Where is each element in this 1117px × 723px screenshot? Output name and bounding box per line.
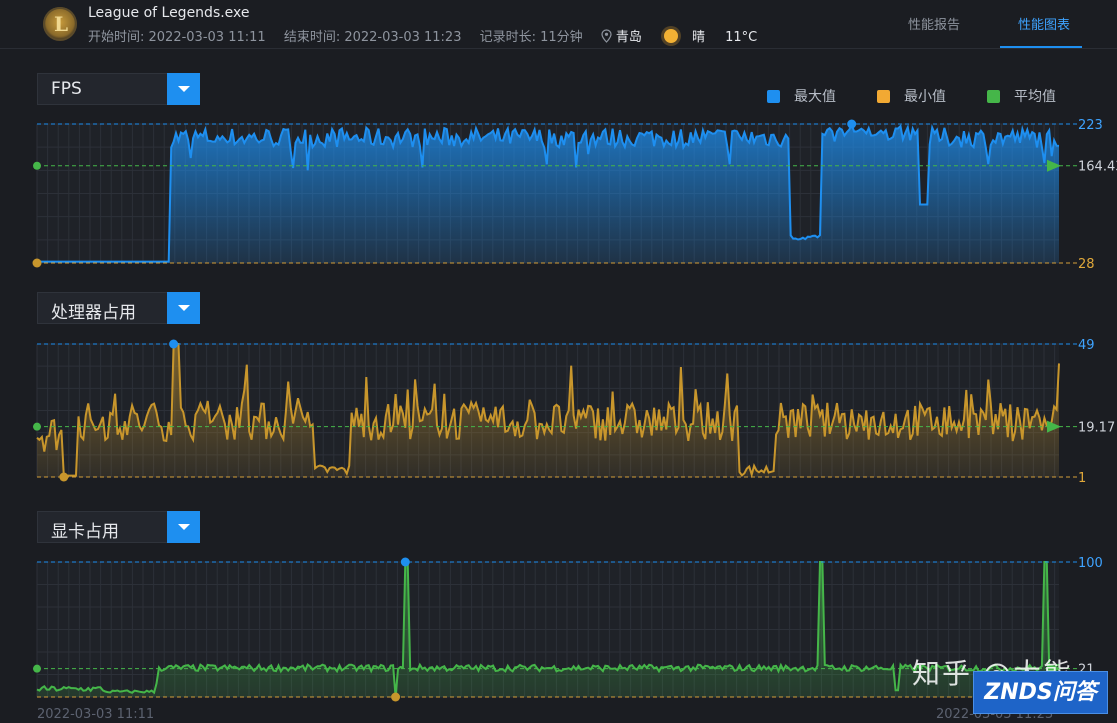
max-marker (400, 557, 410, 567)
min-value-label: 28 (1078, 257, 1095, 272)
max-marker (169, 339, 179, 349)
avg-marker (33, 161, 41, 170)
min-marker (59, 472, 69, 482)
znds-logo: ZNDS问答 (973, 671, 1108, 714)
max-value-label: 100 (1078, 556, 1103, 571)
x-tick-start: 2022-03-03 11:11 (37, 707, 155, 722)
avg-value-label: 19.17 (1078, 421, 1115, 436)
max-value-label: 223 (1078, 118, 1103, 133)
avg-marker (33, 422, 41, 431)
avg-value-label: 164.43 (1078, 160, 1117, 175)
min-marker (391, 692, 401, 702)
avg-marker (33, 664, 41, 673)
performance-charts: 223164.43284919.17110021 (32, 118, 1117, 702)
min-marker (32, 258, 42, 268)
min-value-label: 1 (1078, 471, 1086, 486)
max-value-label: 49 (1078, 338, 1095, 353)
max-marker (847, 119, 857, 129)
